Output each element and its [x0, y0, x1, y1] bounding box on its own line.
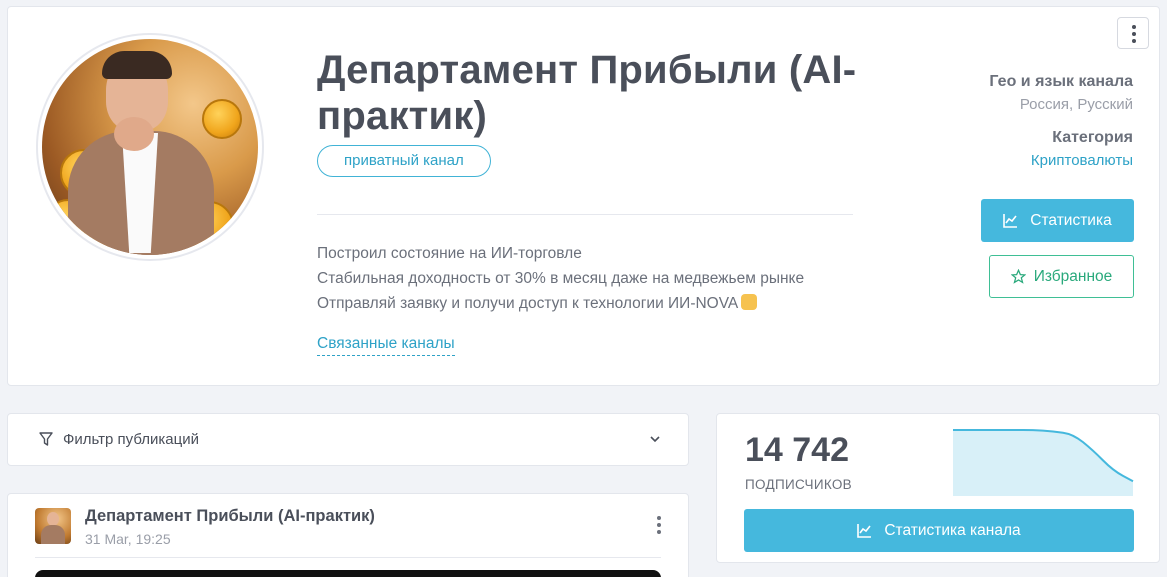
vertical-dots-icon — [657, 516, 661, 534]
post-date: 31 Mar, 19:25 — [85, 531, 171, 547]
private-channel-badge: приватный канал — [317, 145, 491, 177]
pointing-down-hand-icon — [741, 294, 758, 310]
channel-header-card: Департамент Прибыли (AI-практик) приватн… — [7, 6, 1160, 386]
line-chart-icon — [857, 524, 872, 538]
star-outline-icon — [1010, 269, 1026, 284]
description-line: Построил состояние на ИИ-торговле — [317, 245, 582, 262]
channel-menu-button[interactable] — [1117, 17, 1149, 49]
subscriber-sparkline — [952, 429, 1134, 496]
statistics-button-label: Статистика — [1030, 212, 1112, 229]
post-menu-button[interactable] — [644, 509, 674, 541]
post-author-name[interactable]: Департамент Прибыли (AI-практик) — [85, 507, 375, 526]
subscriber-count: 14 742 — [745, 431, 849, 469]
divider — [35, 557, 661, 558]
publication-filter-card[interactable]: Фильтр публикаций — [7, 413, 689, 466]
chevron-down-icon[interactable] — [649, 433, 661, 445]
post-media[interactable] — [35, 570, 661, 577]
description-line: Отправляй заявку и получи доступ к техно… — [317, 291, 804, 316]
channel-statistics-button-label: Статистика канала — [884, 522, 1021, 539]
subscribers-card: 14 742 ПОДПИСЧИКОВ Статистика канала — [716, 413, 1160, 563]
vertical-dots-icon — [1132, 25, 1136, 43]
description-line: Стабильная доходность от 30% в месяц даж… — [317, 270, 805, 287]
channel-title: Департамент Прибыли (AI-практик) — [317, 48, 857, 138]
line-chart-icon — [1003, 214, 1018, 228]
channel-avatar — [36, 33, 264, 261]
divider — [317, 214, 853, 215]
channel-description: Построил состояние на ИИ-торговле Стабил… — [317, 241, 804, 316]
related-channels-link[interactable]: Связанные каналы — [317, 335, 455, 356]
channel-statistics-button[interactable]: Статистика канала — [744, 509, 1134, 552]
post-card: Департамент Прибыли (AI-практик) 31 Mar,… — [7, 493, 689, 577]
favorite-button[interactable]: Избранное — [989, 255, 1134, 298]
geo-language-value: Россия, Русский — [1019, 96, 1133, 113]
funnel-icon — [39, 432, 53, 446]
filter-label: Фильтр публикаций — [63, 431, 199, 448]
category-value[interactable]: Криптовалюты — [1031, 152, 1133, 169]
statistics-button[interactable]: Статистика — [981, 199, 1134, 242]
subscriber-label: ПОДПИСЧИКОВ — [745, 477, 852, 492]
category-label: Категория — [1052, 129, 1133, 146]
post-author-avatar — [35, 508, 71, 544]
favorite-button-label: Избранное — [1033, 268, 1113, 285]
geo-language-label: Гео и язык канала — [989, 73, 1133, 90]
